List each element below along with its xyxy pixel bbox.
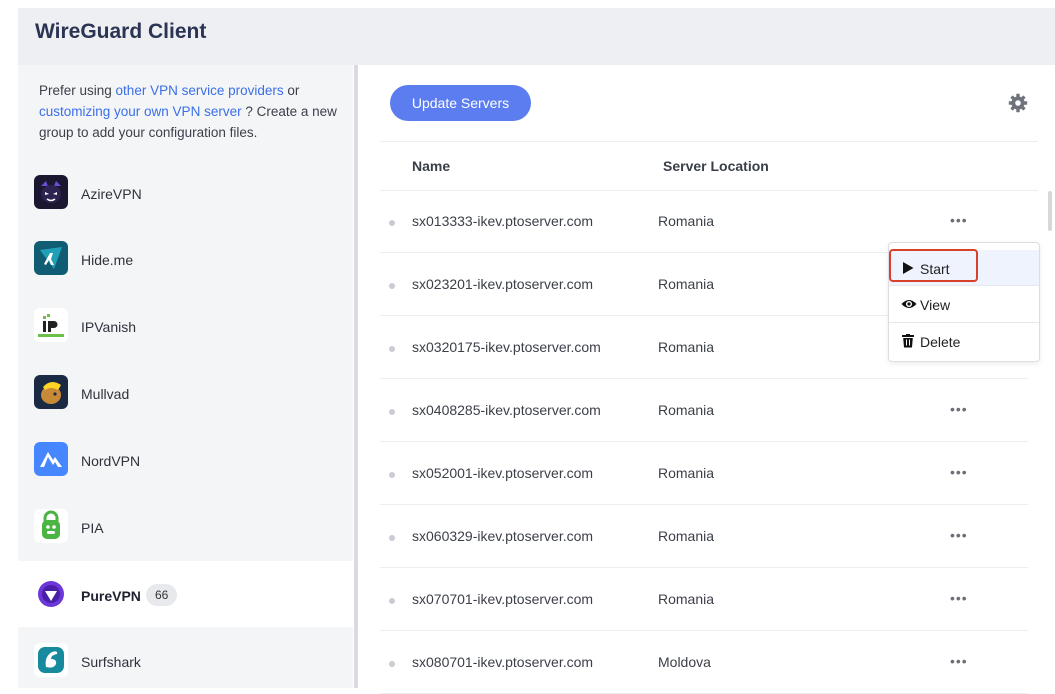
sidebar-item-label: NordVPN — [81, 453, 141, 469]
table-row[interactable]: sx052001-ikev.ptoserver.com Romania ••• — [380, 442, 1028, 505]
menu-item-label: View — [920, 297, 951, 313]
sidebar-item-label: IPVanish — [81, 319, 136, 335]
sidebar-item-purevpn[interactable]: PureVPN 66 — [18, 561, 353, 627]
more-options-button[interactable]: ••• — [950, 590, 968, 606]
hideme-logo-icon — [34, 241, 68, 275]
server-location: Romania — [658, 339, 715, 355]
server-location: Romania — [658, 402, 715, 418]
more-options-button[interactable]: ••• — [950, 464, 968, 480]
row-context-menu: Start View Delete — [888, 242, 1040, 362]
sidebar-item-hideme[interactable]: Hide.me — [18, 226, 353, 292]
menu-item-view[interactable]: View — [889, 286, 1039, 322]
server-location: Romania — [658, 528, 715, 544]
server-name: sx070701-ikev.ptoserver.com — [412, 591, 594, 607]
pia-logo-icon — [34, 509, 68, 543]
sidebar-item-surfshark[interactable]: Surfshark — [18, 628, 353, 688]
sidebar-promo: Prefer using other VPN service providers… — [39, 80, 339, 143]
status-dot — [389, 472, 395, 478]
server-location: Moldova — [658, 654, 711, 670]
server-list-scrollbar[interactable] — [1048, 191, 1052, 231]
more-options-button[interactable]: ••• — [950, 401, 968, 417]
menu-item-start[interactable]: Start — [889, 250, 1039, 286]
column-header-name: Name — [412, 158, 451, 174]
status-dot — [389, 598, 395, 604]
app-header: WireGuard Client — [18, 8, 1055, 65]
status-dot — [389, 535, 395, 541]
sidebar-item-nordvpn[interactable]: NordVPN — [18, 427, 353, 493]
table-row[interactable]: sx080701-ikev.ptoserver.com Moldova ••• — [380, 631, 1028, 694]
server-name: sx0320175-ikev.ptoserver.com — [412, 339, 601, 355]
server-panel: Update Servers Name Server Location sx01… — [358, 65, 1055, 694]
menu-item-label: Delete — [920, 334, 961, 350]
server-name: sx023201-ikev.ptoserver.com — [412, 276, 594, 292]
status-dot — [389, 220, 395, 226]
server-location: Romania — [658, 591, 715, 607]
table-row[interactable]: sx0408285-ikev.ptoserver.com Romania ••• — [380, 379, 1028, 442]
azirevpn-logo-icon — [34, 175, 68, 209]
ipvanish-logo-icon — [34, 308, 68, 342]
purevpn-logo-icon — [34, 577, 68, 611]
menu-item-label: Start — [920, 261, 950, 277]
server-name: sx0408285-ikev.ptoserver.com — [412, 402, 601, 418]
more-options-button[interactable]: ••• — [950, 653, 968, 669]
promo-text-2: or — [283, 83, 300, 98]
status-dot — [389, 409, 395, 415]
eye-icon — [901, 297, 917, 311]
nordvpn-logo-icon — [34, 442, 68, 476]
mullvad-logo-icon — [34, 375, 68, 409]
status-dot — [389, 283, 395, 289]
custom-server-link[interactable]: customizing your own VPN server — [39, 104, 242, 119]
server-location: Romania — [658, 213, 715, 229]
column-header-location: Server Location — [663, 158, 769, 174]
sidebar-item-label: Mullvad — [81, 386, 130, 402]
table-row[interactable]: sx070701-ikev.ptoserver.com Romania ••• — [380, 568, 1028, 631]
sidebar-item-label: Surfshark — [81, 654, 141, 670]
server-name: sx013333-ikev.ptoserver.com — [412, 213, 594, 229]
server-count-badge: 66 — [146, 584, 178, 606]
sidebar-item-label: AzireVPN — [81, 186, 142, 202]
other-providers-link[interactable]: other VPN service providers — [116, 83, 284, 98]
server-name: sx052001-ikev.ptoserver.com — [412, 465, 594, 481]
sidebar-item-label: Hide.me — [81, 252, 134, 268]
surfshark-logo-icon — [34, 643, 68, 677]
sidebar-item-label: PIA — [81, 520, 104, 536]
status-dot — [389, 346, 395, 352]
trash-icon — [901, 334, 915, 348]
sidebar-item-label: PureVPN — [81, 588, 141, 604]
server-name: sx060329-ikev.ptoserver.com — [412, 528, 594, 544]
update-servers-button[interactable]: Update Servers — [390, 85, 531, 121]
sidebar: Prefer using other VPN service providers… — [18, 65, 353, 688]
promo-text-1: Prefer using — [39, 83, 116, 98]
app-title: WireGuard Client — [35, 20, 207, 43]
table-row[interactable]: sx060329-ikev.ptoserver.com Romania ••• — [380, 505, 1028, 568]
more-options-button[interactable]: ••• — [950, 212, 968, 228]
sidebar-item-ipvanish[interactable]: IPVanish — [18, 293, 353, 359]
sidebar-item-azirevpn[interactable]: AzireVPN — [18, 159, 353, 225]
server-location: Romania — [658, 276, 715, 292]
sidebar-item-mullvad[interactable]: Mullvad — [18, 360, 353, 426]
table-header: Name Server Location — [380, 141, 1038, 191]
sidebar-item-pia[interactable]: PIA — [18, 494, 353, 560]
menu-item-delete[interactable]: Delete — [889, 323, 1039, 359]
server-location: Romania — [658, 465, 715, 481]
play-icon — [901, 261, 915, 275]
gear-icon[interactable] — [1008, 93, 1028, 113]
more-options-button[interactable]: ••• — [950, 527, 968, 543]
status-dot — [389, 661, 395, 667]
server-name: sx080701-ikev.ptoserver.com — [412, 654, 594, 670]
